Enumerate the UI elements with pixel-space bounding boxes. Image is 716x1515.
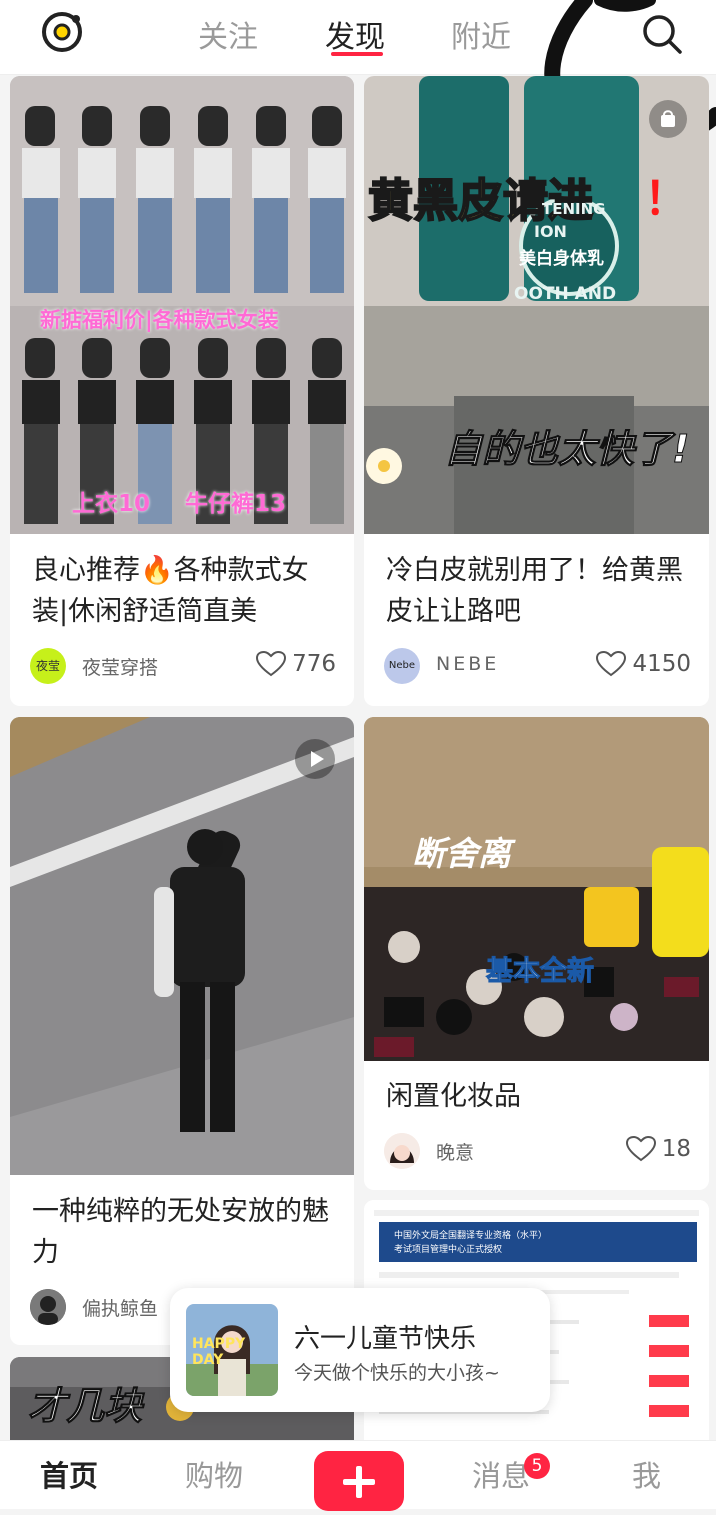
tab-follow[interactable]: 关注 [198, 12, 258, 56]
shopping-bag-icon [649, 100, 687, 138]
camera-logo-icon[interactable] [40, 10, 84, 54]
nav-messages[interactable]: 消息 [472, 1453, 530, 1495]
image-exclamation: ！ [644, 172, 690, 225]
card-title: 一种纯粹的无处安放的魅力 [32, 1196, 329, 1268]
bottle-label: OOTH AND [514, 284, 617, 304]
author-name[interactable]: NEBE [436, 653, 499, 675]
card-meta: 夜莹 夜莹穿搭 776 [30, 648, 336, 688]
top-bar: 关注 发现 附近 [0, 0, 716, 75]
plus-icon [343, 1466, 375, 1498]
message-badge: 5 [524, 1453, 550, 1479]
avatar[interactable] [30, 1289, 66, 1325]
heart-icon [256, 651, 287, 677]
card-image: 断舍离 基本全新 [364, 717, 709, 1061]
like-button[interactable]: 776 [256, 651, 336, 677]
card-title: 良心推荐🔥各种款式女装|休闲舒适简直美 [32, 555, 309, 627]
tab-nearby[interactable]: 附近 [451, 12, 511, 56]
card-title: 闲置化妆品 [386, 1081, 521, 1112]
nav-home[interactable]: 首页 [40, 1453, 98, 1495]
bottle-label: TENING [542, 200, 606, 218]
image-caption: 牛仔裤13 [185, 491, 287, 517]
popup-thumbnail: HAPPY DAY [186, 1304, 278, 1396]
notification-popup[interactable]: HAPPY DAY 六一儿童节快乐 今天做个快乐的大小孩~ [170, 1288, 550, 1412]
like-count: 4150 [632, 651, 691, 677]
feed-card[interactable]: 断舍离 基本全新 闲置化妆品 晚意 18 [364, 717, 709, 1190]
thumb-caption: HAPPY DAY [192, 1336, 246, 1368]
card-image: 黄黑皮请进 ！ 自的也太快了! 美白身体乳 TENING ION OOTH AN… [364, 76, 709, 534]
author-name[interactable]: 偏执鲸鱼 [82, 1294, 158, 1321]
tab-discover[interactable]: 发现 [325, 12, 385, 56]
heart-icon [596, 651, 627, 677]
popup-title: 六一儿童节快乐 [294, 1324, 477, 1354]
author-name[interactable]: 晚意 [436, 1138, 474, 1165]
video-play-icon [295, 739, 335, 779]
bottle-label: 美白身体乳 [519, 249, 604, 269]
feed-card[interactable]: 黄黑皮请进 ！ 自的也太快了! 美白身体乳 TENING ION OOTH AN… [364, 76, 709, 706]
card-title: 冷白皮就别用了！给黄黑皮让让路吧 [386, 555, 683, 627]
like-button[interactable]: 4150 [596, 651, 691, 677]
image-caption: 上衣10 [72, 491, 151, 517]
nav-me[interactable]: 我 [632, 1453, 661, 1495]
create-post-button[interactable] [314, 1451, 404, 1511]
doc-heading: 考试项目管理中心正式授权 [394, 1245, 503, 1255]
card-image: 新掂福利价|各种款式女装 上衣10 牛仔裤13 [10, 76, 354, 534]
image-caption: 自的也太快了! [443, 427, 690, 472]
feed-card[interactable]: 新掂福利价|各种款式女装 上衣10 牛仔裤13 良心推荐🔥各种款式女装|休闲舒适… [10, 76, 354, 706]
image-caption: 断舍离 [412, 834, 511, 873]
heart-icon [625, 1136, 656, 1162]
like-button[interactable]: 18 [625, 1136, 691, 1162]
feed-card[interactable]: 一种纯粹的无处安放的魅力 偏执鲸鱼 [10, 717, 354, 1345]
like-count: 776 [292, 651, 336, 677]
nav-shopping[interactable]: 购物 [185, 1453, 243, 1495]
popup-subtitle: 今天做个快乐的大小孩~ [294, 1362, 500, 1384]
doc-heading: 中国外文局全国翻译专业资格（水平） [394, 1231, 548, 1241]
active-tab-indicator [331, 52, 383, 56]
card-meta: Nebe NEBE 4150 [384, 648, 691, 688]
bottle-label: ION [534, 222, 567, 241]
image-caption: 新掂福利价|各种款式女装 [40, 308, 279, 332]
image-caption: 基本全新 [486, 956, 595, 988]
author-name[interactable]: 夜莹穿搭 [82, 653, 158, 680]
image-caption: 才几块 [27, 1384, 143, 1429]
card-image [10, 717, 354, 1175]
avatar[interactable]: 夜莹 [30, 648, 66, 684]
avatar[interactable] [384, 1133, 420, 1169]
bottom-nav: 首页 购物 消息 5 我 [0, 1440, 716, 1511]
image-headline: 黄黑皮请进 [367, 173, 594, 228]
like-count: 18 [661, 1136, 691, 1162]
card-meta: 晚意 18 [384, 1133, 691, 1173]
search-icon[interactable] [640, 12, 684, 56]
avatar[interactable]: Nebe [384, 648, 420, 684]
